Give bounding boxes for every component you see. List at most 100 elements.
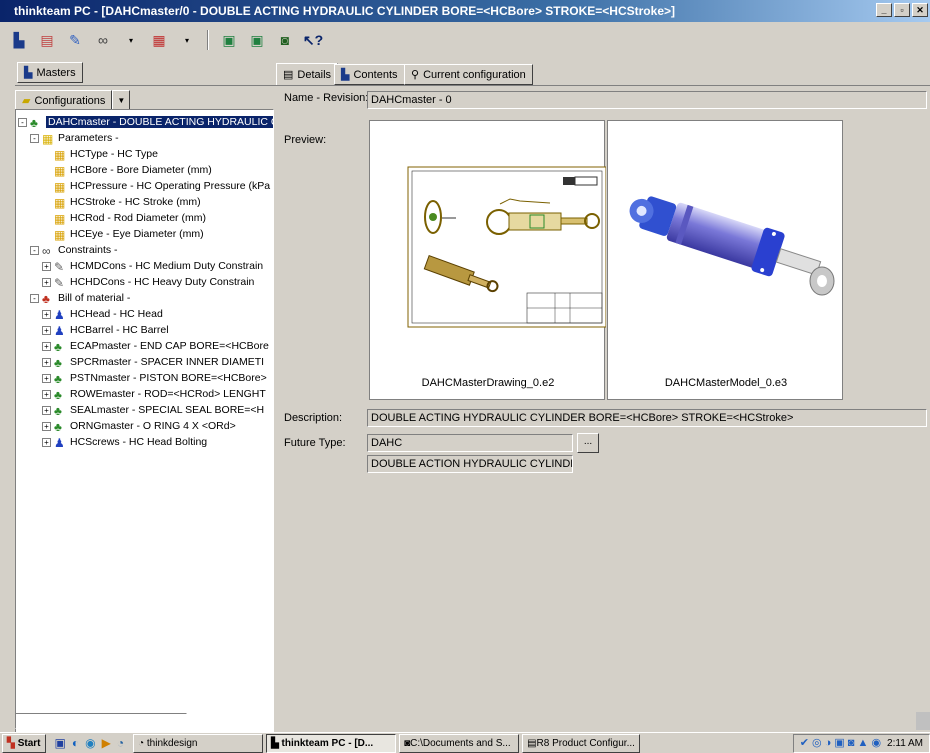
expand-icon[interactable]: + xyxy=(42,278,51,287)
tree-item[interactable]: ▦ HCPressure - HC Operating Pressure (kPa xyxy=(42,178,270,194)
tree-item[interactable]: + ♟ HCBarrel - HC Barrel xyxy=(42,322,169,338)
tree-item[interactable]: ▦ HCEye - Eye Diameter (mm) xyxy=(42,226,204,242)
expand-icon[interactable]: + xyxy=(42,406,51,415)
collapse-icon[interactable]: - xyxy=(30,134,39,143)
tree-item-label: Bill of material - xyxy=(58,292,131,304)
minimize-button[interactable]: _ xyxy=(876,3,892,17)
future-type-browse-button[interactable]: ... xyxy=(577,433,599,453)
edit-icon[interactable]: ✎ xyxy=(64,29,86,51)
tree-item[interactable]: + ♣ PSTNmaster - PISTON BORE=<HCBore> xyxy=(42,370,267,386)
media-icon[interactable]: ▶ xyxy=(102,736,111,750)
workspace-icon[interactable]: ◙ xyxy=(274,29,296,51)
drawing-preview-caption: DAHCMasterDrawing_0.e2 xyxy=(421,377,555,389)
assembly-icon: ♣ xyxy=(30,116,38,130)
tree-item[interactable]: + ♣ ORNGmaster - O RING 4 X <ORd> xyxy=(42,418,236,434)
expand-icon[interactable]: + xyxy=(42,374,51,383)
parameter-icon: ▦ xyxy=(54,180,66,194)
documents-icon[interactable]: ▤ xyxy=(36,29,58,51)
expand-icon[interactable]: + xyxy=(42,358,51,367)
explorer-icon[interactable]: ◉ xyxy=(85,736,95,750)
configurations-label: Configurations xyxy=(34,94,106,107)
close-button[interactable]: ✕ xyxy=(912,3,928,17)
tree-item[interactable]: - ∞ Constraints - xyxy=(30,242,118,258)
expand-icon[interactable]: + xyxy=(42,390,51,399)
tab-contents[interactable]: ▙ Contents xyxy=(334,64,405,85)
task-thinkdesign[interactable]: ◔ thinkdesign xyxy=(133,733,264,753)
resize-grip[interactable] xyxy=(916,712,930,730)
expand-icon[interactable]: + xyxy=(42,422,51,431)
task-label: R8 Product Configur... xyxy=(536,737,635,749)
part-icon: ♟ xyxy=(54,324,65,338)
help-icon[interactable]: ↖? xyxy=(302,29,324,51)
start-label: Start xyxy=(17,737,41,749)
show-desktop-icon[interactable]: ▣ xyxy=(55,736,66,750)
dropdown-arrow-icon[interactable]: ▾ xyxy=(120,29,142,51)
configurations-button[interactable]: ▰ Configurations xyxy=(15,90,113,111)
window-title: thinkteam PC - [DAHCmaster/0 - DOUBLE AC… xyxy=(14,4,675,18)
expand-icon[interactable]: + xyxy=(42,326,51,335)
parameter-icon: ▦ xyxy=(54,196,66,210)
tree-item[interactable]: - ♣ DAHCmaster - DOUBLE ACTING HYDRAULIC C xyxy=(18,114,273,130)
collapse-icon[interactable]: - xyxy=(18,118,27,127)
checkout-icon[interactable]: ▣ xyxy=(246,29,268,51)
browser-icon[interactable]: ◐ xyxy=(72,736,79,750)
window-title-bar[interactable]: thinkteam PC - [DAHCmaster/0 - DOUBLE AC… xyxy=(0,0,930,22)
tab-current-configuration[interactable]: ⚲ Current configuration xyxy=(404,64,533,85)
model-preview[interactable]: DAHCMasterModel_0.e3 xyxy=(607,120,843,400)
app-icon[interactable]: ◔ xyxy=(117,736,124,750)
system-tray: ✔ ◎ ◑ ▣ ◙ ▲ ◉ 2:11 AM xyxy=(792,733,930,753)
configurations-arrow[interactable]: ▼ xyxy=(112,90,131,111)
taskbar: ▚ Start ▣ ◐ ◉ ▶ ◔ ◔ thinkdesign ▙ thinkt… xyxy=(0,732,930,753)
tree-item[interactable]: + ♟ HCHead - HC Head xyxy=(42,306,163,322)
tree-item-label: HCBore - Bore Diameter (mm) xyxy=(70,164,212,176)
expand-icon[interactable]: + xyxy=(42,310,51,319)
tree-item-label: PSTNmaster - PISTON BORE=<HCBore> xyxy=(70,372,267,384)
task-r8-product-configurator[interactable]: ▤R8 Product Configur... xyxy=(522,733,641,753)
tree-item[interactable]: + ♣ ECAPmaster - END CAP BORE=<HCBore xyxy=(42,338,269,354)
start-button[interactable]: ▚ Start xyxy=(2,733,46,753)
tree-item[interactable]: - ▦ Parameters - xyxy=(30,130,119,146)
tray-icons[interactable]: ✔ ◎ ◑ ▣ ◙ ▲ ◉ xyxy=(800,735,881,752)
expand-icon[interactable]: + xyxy=(42,342,51,351)
binoculars-icon[interactable]: ∞ xyxy=(92,29,114,51)
tree-item[interactable]: - ♣ Bill of material - xyxy=(30,290,130,306)
task-thinkteam[interactable]: ▙ thinkteam PC - [D... xyxy=(266,733,397,753)
tree-item[interactable]: + ♟ HCScrews - HC Head Bolting xyxy=(42,434,207,450)
tree-item[interactable]: ▦ HCType - HC Type xyxy=(42,146,158,162)
tree-item[interactable]: ▦ HCStroke - HC Stroke (mm) xyxy=(42,194,201,210)
name-revision-field: DAHCmaster - 0 xyxy=(367,91,927,109)
tab-current-configuration-label: Current configuration xyxy=(423,68,526,81)
tree-item[interactable]: + ✎ HCHDCons - HC Heavy Duty Constrain xyxy=(42,274,254,290)
tree-item-label: HCBarrel - HC Barrel xyxy=(70,324,169,336)
drawing-preview[interactable]: DAHCMasterDrawing_0.e2 xyxy=(369,120,607,400)
configurations-dropdown[interactable]: ▰ Configurations ▼ xyxy=(15,90,131,111)
task-documents[interactable]: ◙C:\Documents and S... xyxy=(399,733,520,753)
restore-button[interactable]: ▫ xyxy=(894,3,910,17)
tree-item[interactable]: ▦ HCBore - Bore Diameter (mm) xyxy=(42,162,212,178)
tree-item[interactable]: + ✎ HCMDCons - HC Medium Duty Constrain xyxy=(42,258,263,274)
expand-icon[interactable]: + xyxy=(42,438,51,447)
model-preview-caption: DAHCMasterModel_0.e3 xyxy=(664,377,788,389)
collapse-icon[interactable]: - xyxy=(30,246,39,255)
tree-item[interactable]: ▦ HCRod - Rod Diameter (mm) xyxy=(42,210,206,226)
thinkteam-icon: ▙ xyxy=(271,737,282,749)
collapse-icon[interactable]: - xyxy=(30,294,39,303)
tree-item-label: Constraints - xyxy=(58,244,118,256)
masters-tree[interactable]: - ♣ DAHCmaster - DOUBLE ACTING HYDRAULIC C… xyxy=(15,109,274,750)
tree-item[interactable]: + ♣ SEALmaster - SPECIAL SEAL BORE=<H xyxy=(42,402,264,418)
assembly-icon: ♣ xyxy=(54,372,62,386)
checkin-icon[interactable]: ▣ xyxy=(218,29,240,51)
tree-item-label: HCType - HC Type xyxy=(70,148,158,160)
tab-masters[interactable]: ▙ Masters xyxy=(17,62,83,83)
list-icon[interactable]: ▦ xyxy=(148,29,170,51)
model-preview-image xyxy=(629,196,835,296)
details-icon: ▤ xyxy=(283,69,294,81)
dropdown-arrow-icon[interactable]: ▾ xyxy=(176,29,198,51)
tree-item[interactable]: + ♣ ROWEmaster - ROD=<HCRod> LENGHT xyxy=(42,386,266,402)
windows-logo-icon: ▚ xyxy=(7,737,15,749)
tree-item[interactable]: + ♣ SPCRmaster - SPACER INNER DIAMETI xyxy=(42,354,264,370)
expand-icon[interactable]: + xyxy=(42,262,51,271)
assembly-icon: ♣ xyxy=(54,420,62,434)
tab-details[interactable]: ▤ Details xyxy=(276,63,339,85)
masters-toolbar-icon[interactable]: ▙ xyxy=(8,29,30,51)
